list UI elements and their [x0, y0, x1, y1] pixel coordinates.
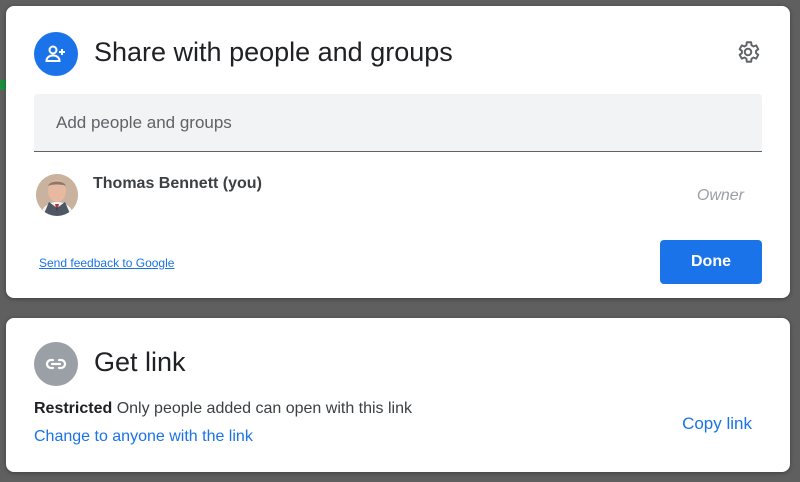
person-name: Thomas Bennett (you) — [93, 175, 262, 192]
person-add-icon — [34, 32, 78, 76]
gear-icon[interactable] — [734, 38, 762, 66]
share-title: Share with people and groups — [94, 37, 453, 67]
restricted-description: Only people added can open with this lin… — [116, 400, 413, 417]
restricted-label: Restricted — [34, 400, 113, 417]
share-dialog: Share with people and groups Thomas Benn… — [6, 6, 790, 298]
copy-link-button[interactable]: Copy link — [682, 414, 752, 434]
add-people-input[interactable] — [54, 94, 748, 152]
link-access-description: Restricted Only people added can open wi… — [34, 400, 412, 418]
done-button[interactable]: Done — [660, 240, 762, 284]
add-people-field[interactable] — [34, 94, 762, 152]
link-icon — [34, 342, 78, 386]
get-link-dialog: Get link Restricted Only people added ca… — [6, 318, 790, 472]
get-link-title: Get link — [94, 347, 186, 377]
send-feedback-link[interactable]: Send feedback to Google — [39, 256, 174, 270]
person-role: Owner — [696, 187, 744, 204]
change-link-access-button[interactable]: Change to anyone with the link — [34, 428, 253, 446]
avatar — [36, 174, 78, 216]
